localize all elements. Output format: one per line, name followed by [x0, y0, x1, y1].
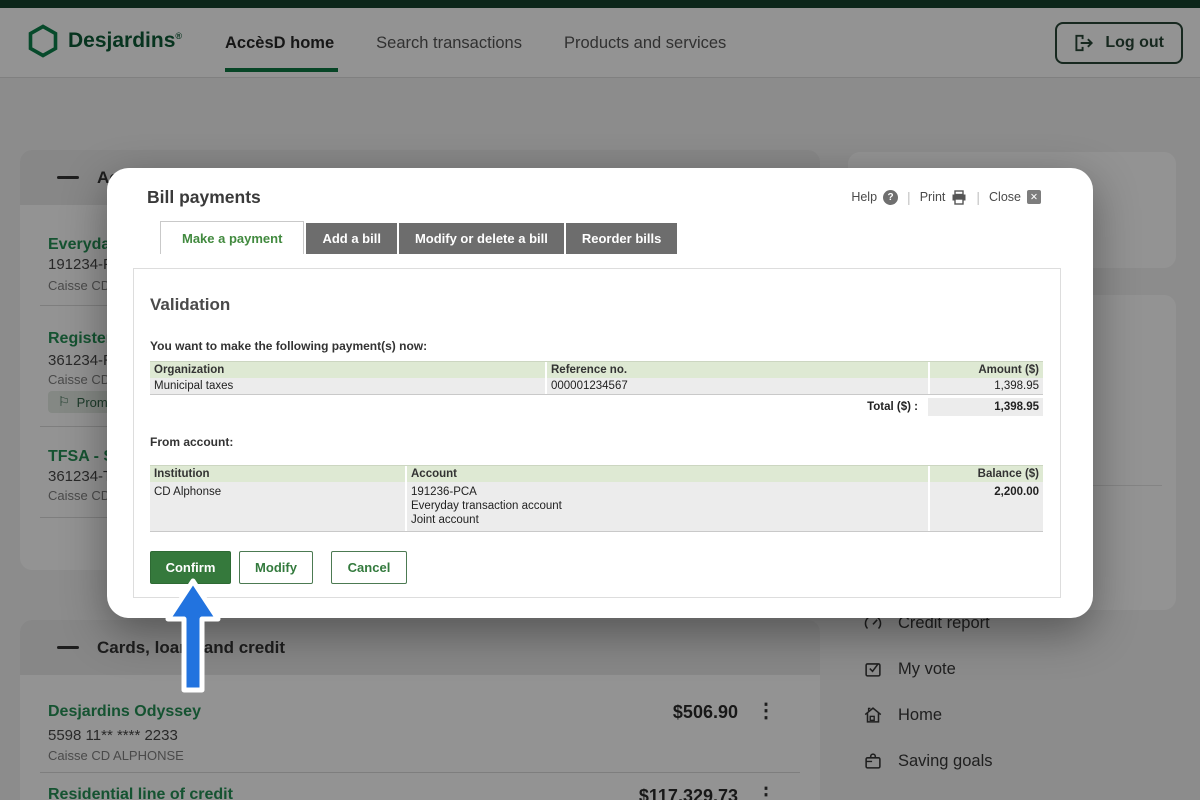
col-institution: Institution [150, 466, 405, 482]
pointer-arrow [165, 578, 221, 696]
help-icon: ? [883, 190, 898, 205]
col-amount: Amount ($) [928, 362, 1043, 378]
from-account-header: Institution Account Balance ($) [150, 465, 1043, 482]
account-number-line: 191236-PCA [411, 485, 928, 499]
print-link[interactable]: Print [920, 190, 968, 205]
tab-add-a-bill[interactable]: Add a bill [306, 223, 397, 254]
account-joint-line: Joint account [411, 513, 928, 527]
from-account-table: Institution Account Balance ($) CD Alpho… [150, 465, 1043, 532]
tab-modify-or-delete-a-bill[interactable]: Modify or delete a bill [399, 223, 564, 254]
from-account-row: CD Alphonse 191236-PCA Everyday transact… [150, 482, 1043, 532]
account-value: 191236-PCA Everyday transaction account … [405, 482, 928, 531]
print-label: Print [920, 190, 946, 204]
col-balance: Balance ($) [928, 466, 1043, 482]
close-icon: ✕ [1027, 190, 1041, 204]
accesd-page: Desjardins® AccèsD home Search transacti… [0, 0, 1200, 800]
close-label: Close [989, 190, 1021, 204]
payments-table: Organization Reference no. Amount ($) Mu… [150, 361, 1043, 416]
close-link[interactable]: Close ✕ [989, 190, 1041, 204]
modify-button[interactable]: Modify [239, 551, 313, 584]
help-link[interactable]: Help ? [851, 190, 898, 205]
tab-make-a-payment[interactable]: Make a payment [160, 221, 304, 254]
bill-payments-modal: Bill payments Help ? | Print | Close ✕ [107, 168, 1093, 618]
institution-value: CD Alphonse [150, 482, 405, 531]
total-value: 1,398.95 [928, 398, 1043, 416]
payment-row: Municipal taxes 000001234567 1,398.95 [150, 378, 1043, 395]
modal-title: Bill payments [147, 187, 261, 208]
printer-icon [951, 190, 967, 205]
toolbar-separator: | [976, 189, 980, 205]
col-reference-no: Reference no. [545, 362, 928, 378]
validation-heading: Validation [150, 295, 230, 315]
bill-payments-tabs: Make a payment Add a bill Modify or dele… [160, 221, 677, 254]
toolbar-separator: | [907, 189, 911, 205]
payment-amount: 1,398.95 [928, 378, 1043, 394]
cancel-button[interactable]: Cancel [331, 551, 407, 584]
payment-reference: 000001234567 [545, 378, 928, 394]
validation-intro: You want to make the following payment(s… [150, 339, 427, 353]
col-account: Account [405, 466, 928, 482]
help-label: Help [851, 190, 877, 204]
col-organization: Organization [150, 362, 545, 378]
modal-toolbar: Help ? | Print | Close ✕ [851, 189, 1041, 205]
balance-value: 2,200.00 [928, 482, 1043, 531]
validation-panel: Validation You want to make the followin… [133, 268, 1061, 598]
from-account-label: From account: [150, 435, 233, 449]
account-type-line: Everyday transaction account [411, 499, 928, 513]
payments-table-header: Organization Reference no. Amount ($) [150, 361, 1043, 378]
payments-total-row: Total ($) : 1,398.95 [150, 398, 1043, 416]
payment-organization: Municipal taxes [150, 378, 545, 394]
total-label: Total ($) : [867, 398, 928, 416]
tab-reorder-bills[interactable]: Reorder bills [566, 223, 677, 254]
